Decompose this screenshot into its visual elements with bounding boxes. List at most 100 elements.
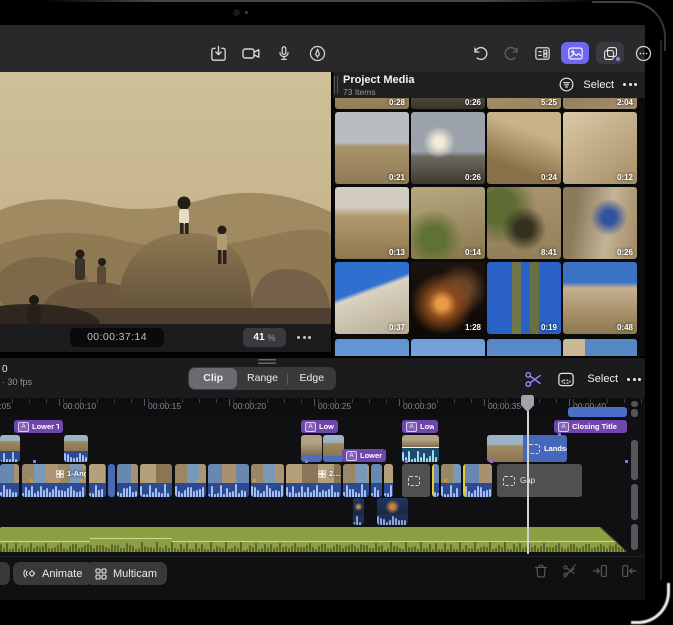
playhead-line	[527, 399, 529, 554]
music-clip[interactable]	[0, 527, 627, 552]
title-clip[interactable]: A Low…	[402, 420, 438, 433]
animate-button[interactable]: Animate	[13, 562, 92, 585]
connected-clip[interactable]	[323, 435, 344, 462]
timeline-overlay-button[interactable]	[554, 367, 578, 391]
storyline-clip[interactable]	[343, 464, 369, 497]
timeline-scrollbar[interactable]	[631, 484, 638, 520]
storyline-clip[interactable]	[463, 464, 492, 497]
title-clip[interactable]: A Lower…	[342, 449, 386, 462]
media-thumbnail[interactable]: 0:28	[335, 98, 409, 109]
gap-clip[interactable]: Gap	[497, 464, 582, 497]
media-thumbnail[interactable]: 0:37	[335, 262, 409, 334]
media-thumbnail[interactable]: 0:48	[563, 262, 637, 334]
media-thumbnail[interactable]	[335, 339, 409, 356]
volume-envelope[interactable]	[90, 538, 172, 539]
connected-clip-below[interactable]	[353, 498, 364, 525]
partial-button[interactable]	[0, 562, 10, 585]
ruler-label: 00:00:15	[148, 401, 181, 411]
storyline-clip[interactable]	[140, 464, 172, 497]
gap-clip[interactable]: G…	[402, 464, 430, 497]
media-thumbnail[interactable]	[411, 339, 485, 356]
media-thumbnail[interactable]	[487, 339, 561, 356]
storyline-clip[interactable]	[432, 464, 439, 497]
media-thumbnail[interactable]: 0:13	[335, 187, 409, 259]
title-clip[interactable]: A Closing Title	[554, 420, 627, 433]
connected-clip-bar[interactable]	[568, 407, 627, 417]
volume-envelope[interactable]	[172, 541, 627, 542]
title-clip-label: Low…	[420, 422, 434, 431]
zoom-unit: %	[268, 333, 276, 343]
timeline-scrollbar[interactable]	[631, 524, 638, 550]
delete-button-disabled[interactable]	[531, 561, 551, 581]
storyline-clip-multicam[interactable]: 2…	[286, 464, 341, 497]
clip-duration: 0:19	[541, 323, 557, 332]
media-thumbnail[interactable]: 0:26	[563, 187, 637, 259]
insert-left-button-disabled[interactable]	[590, 561, 610, 581]
timeline-resize-handle[interactable]	[258, 359, 276, 364]
timecode-display[interactable]: 00:00:37:14	[70, 328, 164, 347]
media-thumbnail[interactable]: 0:26	[411, 98, 485, 109]
media-thumbnail[interactable]: 0:21	[335, 112, 409, 184]
inspector-button[interactable]	[530, 41, 554, 65]
clip-marker	[253, 479, 256, 482]
blade-button-disabled[interactable]	[560, 561, 580, 581]
zoom-level-button[interactable]: 41 %	[243, 328, 286, 347]
timeline-more-button[interactable]	[627, 378, 641, 381]
import-button[interactable]	[206, 41, 230, 65]
voiceover-button[interactable]	[272, 41, 296, 65]
storyline-clip[interactable]	[175, 464, 206, 497]
media-thumbnail[interactable]	[563, 339, 637, 356]
mode-clip[interactable]: Clip	[189, 368, 237, 389]
media-thumbnail[interactable]: 1:28	[411, 262, 485, 334]
storyline-clip[interactable]	[117, 464, 138, 497]
media-thumbnail[interactable]: 0:14	[411, 187, 485, 259]
draw-button[interactable]	[305, 41, 329, 65]
insert-right-button-disabled[interactable]	[619, 561, 639, 581]
mode-edge[interactable]: Edge	[288, 368, 336, 389]
connected-clip[interactable]	[64, 435, 88, 462]
media-thumbnail[interactable]: 2:04	[563, 98, 637, 109]
media-thumbnail[interactable]: 0:12	[563, 112, 637, 184]
title-clip[interactable]: A Lower T…	[14, 420, 63, 433]
title-clip[interactable]: A Low…	[301, 420, 338, 433]
media-thumbnail[interactable]: 5:25	[487, 98, 561, 109]
media-thumbnail[interactable]: 8:41	[487, 187, 561, 259]
media-thumbnail[interactable]: 0:24	[487, 112, 561, 184]
media-more-button[interactable]	[623, 83, 637, 86]
blade-tool-button[interactable]	[521, 367, 545, 391]
storyline-clip[interactable]	[384, 464, 393, 497]
media-select-button[interactable]: Select	[583, 79, 614, 91]
connected-clip-below[interactable]	[377, 498, 408, 525]
storyline-clip[interactable]	[89, 464, 106, 497]
timeline-select-button[interactable]: Select	[587, 373, 618, 385]
timeline-ruler[interactable]: 00:00:05 00:00:10 00:00:15 00:00:20 00:0…	[0, 398, 645, 416]
storyline-clip[interactable]	[371, 464, 382, 497]
timeline-scrollbar[interactable]	[631, 440, 638, 480]
connected-clip[interactable]	[301, 435, 322, 462]
mode-range[interactable]: Range	[238, 368, 286, 389]
redo-icon	[502, 44, 521, 63]
connected-clip[interactable]	[0, 435, 20, 462]
timeline-scrollbar[interactable]	[631, 409, 638, 417]
title-clip-label: Lower…	[360, 451, 382, 460]
storyline-clip[interactable]	[108, 464, 115, 497]
volume-envelope[interactable]	[0, 541, 90, 542]
multicam-button[interactable]: Multicam	[85, 562, 167, 585]
media-header: Project Media 73 Items Select	[333, 72, 645, 98]
record-button[interactable]	[239, 41, 263, 65]
media-browser-button[interactable]	[561, 42, 589, 64]
undo-button[interactable]	[468, 41, 492, 65]
multicam-grid-icon	[95, 568, 107, 580]
redo-button[interactable]	[499, 41, 523, 65]
effects-badge-dot	[616, 57, 620, 61]
viewer-more-button[interactable]	[297, 336, 311, 339]
connection-stem	[405, 460, 408, 463]
media-thumbnail[interactable]: 0:19	[487, 262, 561, 334]
panel-resize-grip[interactable]	[334, 76, 338, 94]
timeline-scrollbar[interactable]	[631, 401, 638, 407]
media-thumbnail[interactable]: 0:26	[411, 112, 485, 184]
storyline-clip[interactable]	[0, 464, 19, 497]
storyline-clip[interactable]	[208, 464, 249, 497]
filter-icon[interactable]	[559, 77, 574, 92]
connected-audio-clip[interactable]	[402, 435, 439, 462]
